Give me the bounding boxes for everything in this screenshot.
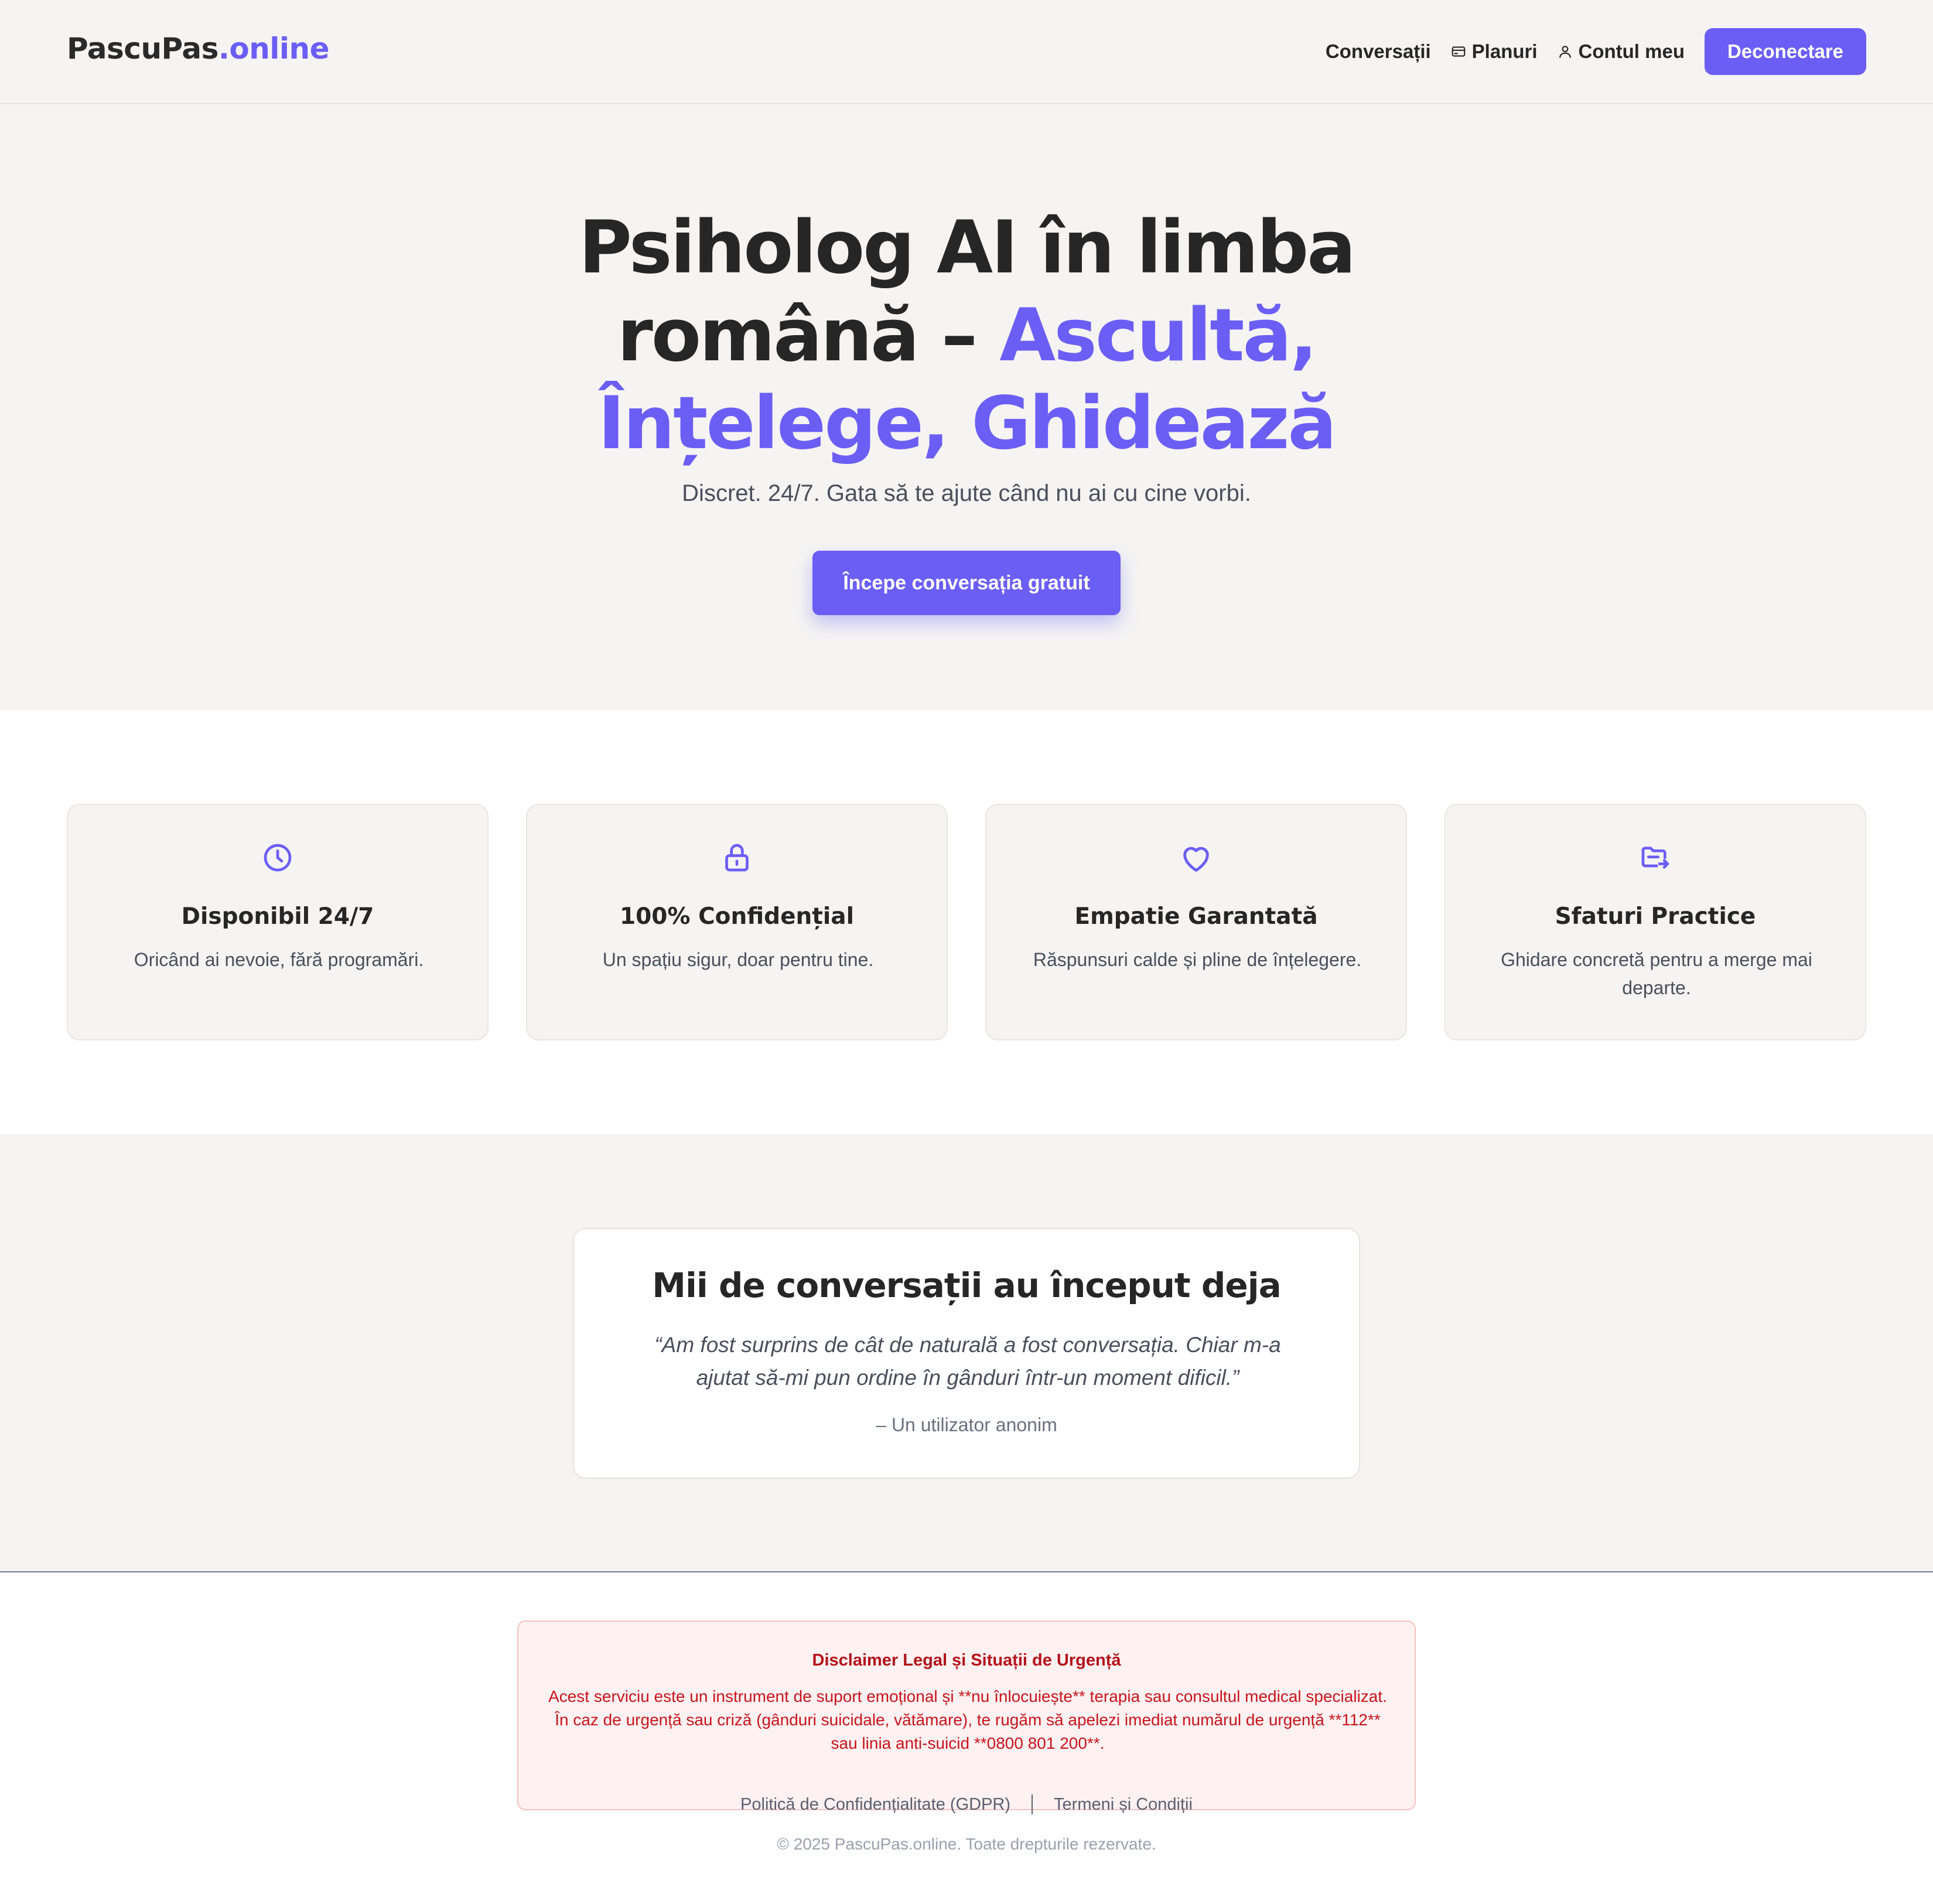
nav-conversations-label: Conversații: [1325, 40, 1431, 62]
start-conversation-button[interactable]: Începe conversația gratuit: [812, 551, 1121, 615]
nav-conversations[interactable]: Conversații: [1326, 40, 1431, 63]
disclaimer-title: Disclaimer Legal și Situații de Urgență: [812, 1651, 1121, 1670]
logout-button[interactable]: Deconectare: [1705, 28, 1866, 75]
nav-plans[interactable]: Planuri: [1451, 40, 1538, 63]
feature-description: Oricând ai nevoie, fără programări.: [134, 949, 424, 970]
nav-plans-label: Planuri: [1471, 40, 1538, 62]
feature-card-availability: Disponibil 24/7 Oricând ai nevoie, fără …: [67, 804, 489, 1040]
hero-subtitle: Discret. 24/7. Gata să te ajute când nu …: [682, 480, 1251, 506]
credit-card-icon: [1452, 46, 1466, 57]
emergency-disclaimer: Disclaimer Legal și Situații de Urgență …: [517, 1620, 1416, 1810]
feature-card-confidential: 100% Confidențial Un spațiu sigur, doar …: [526, 804, 948, 1040]
footer-link-separator: [1032, 1794, 1033, 1814]
user-icon: [1559, 46, 1571, 58]
footer-links: Politică de Confidențialitate (GDPR) Ter…: [0, 1792, 1933, 1817]
privacy-policy-link[interactable]: Politică de Confidențialitate (GDPR): [740, 1795, 1010, 1814]
logo-accent: .online: [218, 32, 330, 66]
feature-description: Ghidare concretă pentru a merge mai depa…: [1501, 949, 1812, 998]
hero-title: Psiholog AI în limba română – Ascultă, Î…: [527, 204, 1406, 468]
feature-title: Sfaturi Practice: [1555, 903, 1756, 930]
site-footer: Disclaimer Legal și Situații de Urgență …: [0, 1572, 1933, 1904]
testimonial-quote: “Am fost surprins de cât de naturală a f…: [654, 1333, 1281, 1390]
logo-main: PascuPas: [67, 32, 218, 66]
features-section: Disponibil 24/7 Oricând ai nevoie, fără …: [0, 710, 1933, 1134]
nav-account-label: Contul meu: [1578, 40, 1685, 62]
feature-description: Un spațiu sigur, doar pentru tine.: [602, 949, 874, 970]
feature-title: Disponibil 24/7: [181, 903, 374, 930]
feature-card-empathy: Empatie Garantată Răspunsuri calde și pl…: [985, 804, 1407, 1040]
feature-title: Empatie Garantată: [1074, 903, 1318, 930]
heart-icon: [1183, 847, 1209, 872]
testimonials-section: Mii de conversații au început deja “Am f…: [0, 1134, 1933, 1572]
feature-title: 100% Confidențial: [620, 903, 854, 930]
testimonial-author: – Un utilizator anonim: [876, 1414, 1057, 1435]
testimonial-heading: Mii de conversații au început deja: [652, 1265, 1281, 1305]
feature-card-practical: Sfaturi Practice Ghidare concretă pentru…: [1444, 804, 1866, 1040]
lock-icon: [725, 844, 749, 872]
site-header: PascuPas.online Conversații Planuri Cont…: [0, 0, 1933, 104]
nav-account[interactable]: Contul meu: [1558, 40, 1685, 63]
feature-description: Răspunsuri calde și pline de înțelegere.: [1033, 949, 1362, 970]
testimonial-card: Mii de conversații au început deja “Am f…: [573, 1228, 1360, 1479]
disclaimer-body: Acest serviciu este un instrument de sup…: [548, 1687, 1387, 1752]
hero-section: Psiholog AI în limba română – Ascultă, Î…: [0, 104, 1933, 710]
terms-link[interactable]: Termeni și Condiții: [1054, 1795, 1193, 1814]
main-nav: Conversații Planuri Contul meu Deconecta…: [1326, 28, 1866, 76]
copyright-text: © 2025 PascuPas.online. Toate drepturile…: [777, 1835, 1156, 1853]
clock-icon: [264, 844, 292, 872]
folder-arrow-icon: [1641, 847, 1669, 869]
site-logo[interactable]: PascuPas.online: [67, 32, 330, 66]
